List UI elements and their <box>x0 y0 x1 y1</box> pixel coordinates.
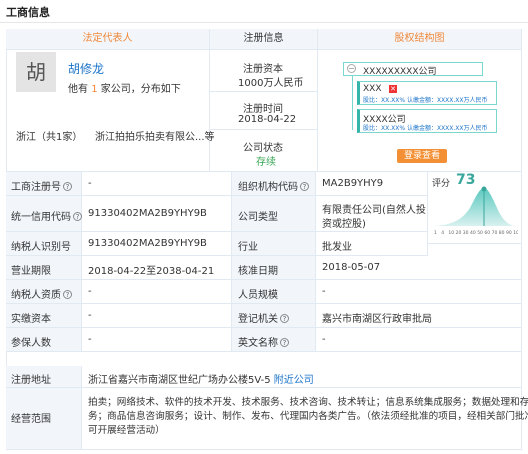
row-6-label2: 英文名称? <box>238 334 289 349</box>
title-divider <box>0 22 528 23</box>
login-view-button[interactable]: 登录查看 <box>397 149 447 163</box>
legal-rep-header: 法定代表人 <box>6 29 210 50</box>
row-1-value: 91330402MA2B9YHY9B <box>88 208 207 219</box>
row-4-value2: - <box>322 286 326 297</box>
score-axis-tick: 4 <box>441 230 444 236</box>
row-4-label: 纳税人资质? <box>11 286 72 301</box>
scope-line-1: 拍卖；网络技术、软件的技术开发、技术服务、技术咨询、技术转让；信息系统集成服务；… <box>88 397 528 408</box>
row-1-value2-line2: 资或控股) <box>322 219 366 230</box>
score-curve <box>434 188 516 226</box>
reg-info-header: 注册信息 <box>210 29 318 50</box>
row-0-value: - <box>88 178 92 189</box>
row-1-label: 统一信用代码? <box>11 208 82 223</box>
scope-line-3: 可开展经营活动） <box>88 425 165 436</box>
score-axis-tick: 30 <box>463 230 469 236</box>
row-5-label: 实缴资本 <box>11 314 51 325</box>
row-3-value2: 2018-05-07 <box>322 262 381 273</box>
score-axis-tick: 80 <box>499 230 505 236</box>
help-icon[interactable]: ? <box>73 212 82 221</box>
status-label: 公司状态 <box>243 143 283 154</box>
row-4-value: - <box>88 286 92 297</box>
help-icon[interactable]: ? <box>280 338 289 347</box>
row-5-value-cell <box>82 304 232 328</box>
row-3-value: 2018-04-22至2038-04-21 <box>88 266 215 277</box>
row-0-value-cell <box>82 172 232 196</box>
reg-time-label: 注册时间 <box>243 104 283 115</box>
row-2-value: 91330402MA2B9YHY9B <box>88 238 207 249</box>
equity-holder-2: XXXX公司 股比：XX.XX% 认缴金额：XXXX.XX万人民币 <box>357 109 497 133</box>
equity-holder-1: XXX ✕ 股比：XX.XX% 认缴金额：XXXX.XX万人民币 <box>357 81 497 105</box>
row-6-value2: - <box>322 334 326 345</box>
row-3-label: 营业期限 <box>11 266 51 277</box>
help-icon[interactable]: ? <box>280 314 289 323</box>
scope-label: 经营范围 <box>11 414 51 425</box>
row-2-label: 纳税人识别号 <box>11 242 71 253</box>
row-3-label2: 核准日期 <box>238 266 278 277</box>
equity-top-company: − XXXXXXXXX公司 <box>343 62 483 77</box>
page-title: 工商信息 <box>6 6 50 19</box>
score-axis-tick: 10 <box>448 230 454 236</box>
province-label: 浙江（共1家） <box>16 132 83 143</box>
address-value: 浙江省嘉兴市南湖区世纪广场办公楼5V-5 附近公司 <box>88 375 314 386</box>
score-axis-tick: 40 <box>470 230 476 236</box>
equity-tree-line <box>352 76 353 130</box>
score-axis-tick: 20 <box>456 230 462 236</box>
row-2-value2: 批发业 <box>322 242 352 253</box>
row-6-value: - <box>88 334 92 345</box>
row-5-value: - <box>88 310 92 321</box>
help-icon[interactable]: ? <box>300 182 309 191</box>
address-label: 注册地址 <box>11 375 51 386</box>
row-1-value2-line1: 有限责任公司(自然人投 <box>322 205 426 216</box>
help-icon[interactable]: ? <box>63 290 72 299</box>
capital-label: 注册资本 <box>243 64 283 75</box>
row-6-label: 参保人数 <box>11 338 51 349</box>
score-distribution-chart: 14 102030405060708090100 <box>434 186 518 236</box>
reg-time-value: 2018-04-22 <box>238 114 297 125</box>
person-name-link[interactable]: 胡修龙 <box>68 60 104 77</box>
nearby-companies-link[interactable]: 附近公司 <box>274 375 314 386</box>
close-icon[interactable]: ✕ <box>389 85 397 93</box>
score-axis-tick: 1 <box>434 230 437 236</box>
row-5-label2: 登记机关? <box>238 310 289 325</box>
row-4-label2: 人员规模 <box>238 290 278 301</box>
row-0-value2: MA2B9YHY9 <box>322 178 384 189</box>
person-company-summary: 他有 1 家公司，分布如下 <box>68 84 181 95</box>
row-0-label2: 组织机构代码? <box>238 178 309 193</box>
collapse-icon[interactable]: − <box>347 64 356 73</box>
row-4-value-cell <box>82 280 232 304</box>
row-1-label2: 公司类型 <box>238 212 278 223</box>
row-6-value-cell <box>82 328 232 352</box>
score-axis-tick: 50 <box>477 230 483 236</box>
equity-header: 股权结构图 <box>318 29 522 50</box>
score-axis-tick: 60 <box>484 230 490 236</box>
capital-value: 1000万人民币 <box>238 78 304 89</box>
score-axis-tick: 100 <box>513 230 518 236</box>
scope-line-2: 务；商品信息咨询服务；设计、制作、发布、代理国内各类广告。（依法须经批准的项目，… <box>88 411 528 422</box>
row-5-value2: 嘉兴市南湖区行政审批局 <box>322 314 432 325</box>
person-company-link[interactable]: 浙江拍拍乐拍卖有限公...等 <box>95 128 215 143</box>
status-value: 存续 <box>256 157 276 168</box>
row-6-value2-cell <box>316 328 522 352</box>
score-axis-tick: 90 <box>506 230 512 236</box>
row-4-value2-cell <box>316 280 522 304</box>
avatar: 胡 <box>16 52 56 92</box>
row-0-label: 工商注册号? <box>11 178 72 193</box>
score-marker <box>481 186 487 192</box>
help-icon[interactable]: ? <box>63 182 72 191</box>
score-axis-tick: 70 <box>492 230 498 236</box>
row-2-label2: 行业 <box>238 242 258 253</box>
